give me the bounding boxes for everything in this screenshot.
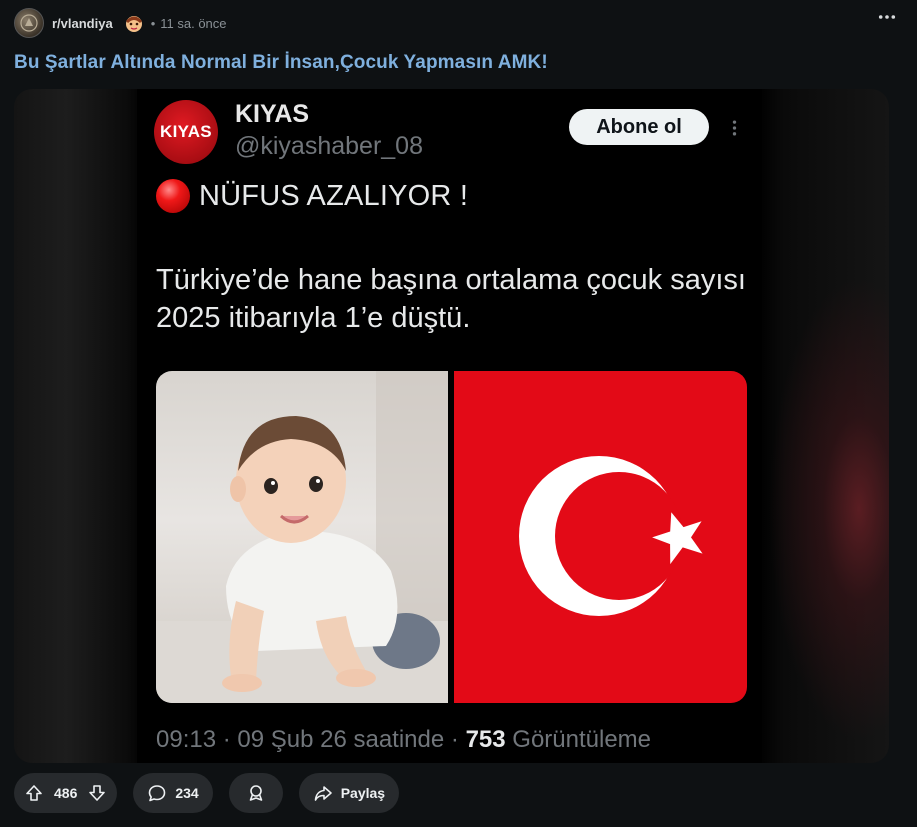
- post-media[interactable]: KIYAS KIYAS @kiyashaber_08 Abone ol NÜFU…: [14, 89, 889, 763]
- share-button[interactable]: Paylaş: [298, 773, 400, 813]
- tweet-meta: 09:13 · 09 Şub 26 saatinde · 753 Görüntü…: [156, 726, 651, 754]
- tweet-body: Türkiye’de hane başına ortalama çocuk sa…: [156, 264, 746, 334]
- upvote-icon[interactable]: [24, 783, 44, 803]
- tweet-headline: NÜFUS AZALIYOR !: [156, 179, 468, 213]
- tweet-photos: [156, 371, 747, 703]
- red-circle-icon: [156, 179, 190, 213]
- tweet-account-handle: @kiyashaber_08: [235, 132, 423, 160]
- tweet-screenshot: KIYAS KIYAS @kiyashaber_08 Abone ol NÜFU…: [137, 89, 762, 763]
- flair-icon: [123, 12, 145, 34]
- comment-count: 234: [175, 785, 199, 801]
- post-time: 11 sa. önce: [160, 15, 227, 31]
- award-button[interactable]: [228, 773, 283, 813]
- more-options-button[interactable]: [875, 5, 899, 29]
- separator-dot: •: [150, 15, 156, 31]
- tweet-avatar: KIYAS: [154, 100, 218, 164]
- share-icon: [314, 786, 332, 801]
- follow-button: Abone ol: [569, 109, 709, 145]
- award-icon: [249, 785, 263, 801]
- post-header: r/vlandiya • 11 sa. önce: [14, 8, 903, 38]
- tweet-more-icon: [722, 114, 746, 142]
- vote-count: 486: [54, 785, 78, 801]
- vote-control: 486: [14, 773, 118, 813]
- tweet-avatar-text: KIYAS: [160, 122, 212, 141]
- tweet-view-count: 753: [465, 726, 506, 753]
- baby-photo: [156, 371, 448, 703]
- subreddit-avatar[interactable]: [14, 8, 44, 38]
- share-label: Paylaş: [340, 785, 386, 801]
- tweet-views-label: Görüntüleme: [505, 726, 652, 753]
- tweet-headline-text: NÜFUS AZALIYOR !: [199, 179, 469, 212]
- downvote-icon[interactable]: [87, 783, 107, 803]
- comment-icon: [149, 785, 166, 802]
- turkish-flag: [454, 371, 747, 703]
- emblem-icon: [20, 14, 38, 32]
- comments-button[interactable]: 234: [133, 773, 213, 813]
- subreddit-name[interactable]: r/vlandiya: [52, 16, 113, 31]
- tweet-account-name: KIYAS: [235, 100, 310, 128]
- post-title[interactable]: Bu Şartlar Altında Normal Bir İnsan,Çocu…: [14, 52, 548, 74]
- more-horizontal-icon: [878, 15, 896, 19]
- post-action-bar: 486 234 Paylaş: [14, 773, 400, 813]
- tweet-timestamp: 09:13 · 09 Şub 26 saatinde ·: [156, 726, 466, 753]
